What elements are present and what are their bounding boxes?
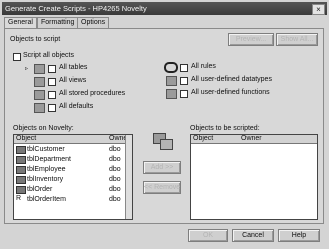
table-icon [16, 156, 26, 164]
view-icon [34, 77, 45, 87]
add-button[interactable]: Add >> [143, 161, 181, 174]
objects-to-copy-label: Objects to be scripted: [190, 125, 260, 132]
close-button[interactable]: × [312, 4, 325, 15]
table-row[interactable]: tblInventory dbo [14, 175, 124, 184]
row-owner: dbo [109, 176, 121, 183]
all-stored-procedures-checkbox[interactable] [48, 91, 56, 99]
datatype-icon [166, 76, 177, 86]
table-icon [16, 176, 26, 184]
objects-to-script-label: Objects to script [10, 36, 61, 43]
all-user-defined-functions-checkbox[interactable] [180, 90, 188, 98]
key-icon: R [16, 195, 24, 202]
row-owner: dbo [109, 146, 121, 153]
title-bar: Generate Create Scripts - HP4265 Novelty… [2, 2, 327, 15]
dialog-window: Generate Create Scripts - HP4265 Novelty… [0, 0, 329, 249]
remove-button[interactable]: << Remove [143, 181, 181, 194]
script-all-checkbox[interactable] [13, 53, 21, 61]
preview-button[interactable]: Preview... [228, 33, 274, 46]
objects-to-copy-list[interactable]: Object Owner [190, 134, 318, 220]
script-all-label: Script all objects [23, 52, 74, 59]
table-row[interactable]: RtblOrderItem dbo [14, 195, 124, 204]
row-name: tblEmployee [27, 166, 66, 173]
row-owner: dbo [109, 196, 121, 203]
all-user-defined-datatypes-label: All user-defined datatypes [191, 76, 272, 83]
row-name: tblInventory [27, 176, 64, 183]
all-rules-label: All rules [191, 63, 216, 70]
row-owner: dbo [109, 166, 121, 173]
function-icon [166, 89, 177, 99]
list-scrollbar[interactable] [125, 135, 132, 219]
all-views-label: All views [59, 77, 87, 84]
rule-icon [164, 62, 178, 73]
ok-button[interactable]: OK [188, 229, 228, 242]
tab-options[interactable]: Options [77, 17, 110, 28]
table-row[interactable]: tblCustomer dbo [14, 145, 124, 154]
objects-on-list[interactable]: Object Owner tblCustomer dbo tblDepartmen… [13, 134, 133, 220]
all-rules-checkbox[interactable] [180, 64, 188, 72]
copy-objects-icon [153, 133, 173, 150]
table-icon [16, 146, 26, 154]
row-name: tblDepartment [27, 156, 71, 163]
table-icon [16, 186, 26, 194]
show-all-button[interactable]: Show All... [276, 33, 318, 46]
list-header: Object Owner [191, 135, 317, 144]
row-name: tblOrderItem [27, 196, 66, 203]
all-user-defined-datatypes-checkbox[interactable] [180, 77, 188, 85]
table-icon [16, 166, 26, 174]
row-name: tblCustomer [27, 146, 65, 153]
cancel-button[interactable]: Cancel [232, 229, 274, 242]
table-icon [34, 64, 45, 74]
table-row[interactable]: tblOrder dbo [14, 185, 124, 194]
all-stored-procedures-label: All stored procedures [59, 90, 126, 97]
window-title: Generate Create Scripts - HP4265 Novelty [5, 4, 147, 13]
all-views-checkbox[interactable] [48, 78, 56, 86]
objects-on-label: Objects on Novelty: [13, 125, 74, 132]
stored-procedure-icon [34, 90, 45, 100]
help-button[interactable]: Help [278, 229, 320, 242]
all-defaults-checkbox[interactable] [48, 104, 56, 112]
row-owner: dbo [109, 156, 121, 163]
row-owner: dbo [109, 186, 121, 193]
column-object[interactable]: Object [16, 135, 36, 143]
row-name: tblOrder [27, 186, 53, 193]
list-header: Object Owner [14, 135, 132, 144]
default-icon [34, 103, 45, 113]
expand-icon: ▹ [25, 66, 29, 72]
column-owner[interactable]: Owner [241, 135, 262, 143]
table-row[interactable]: tblEmployee dbo [14, 165, 124, 174]
all-tables-label: All tables [59, 64, 88, 71]
table-row[interactable]: tblDepartment dbo [14, 155, 124, 164]
all-user-defined-functions-label: All user-defined functions [191, 89, 270, 96]
tab-formatting[interactable]: Formatting [37, 17, 79, 28]
column-object[interactable]: Object [193, 135, 213, 143]
all-tables-checkbox[interactable] [48, 65, 56, 73]
all-defaults-label: All defaults [59, 103, 94, 110]
